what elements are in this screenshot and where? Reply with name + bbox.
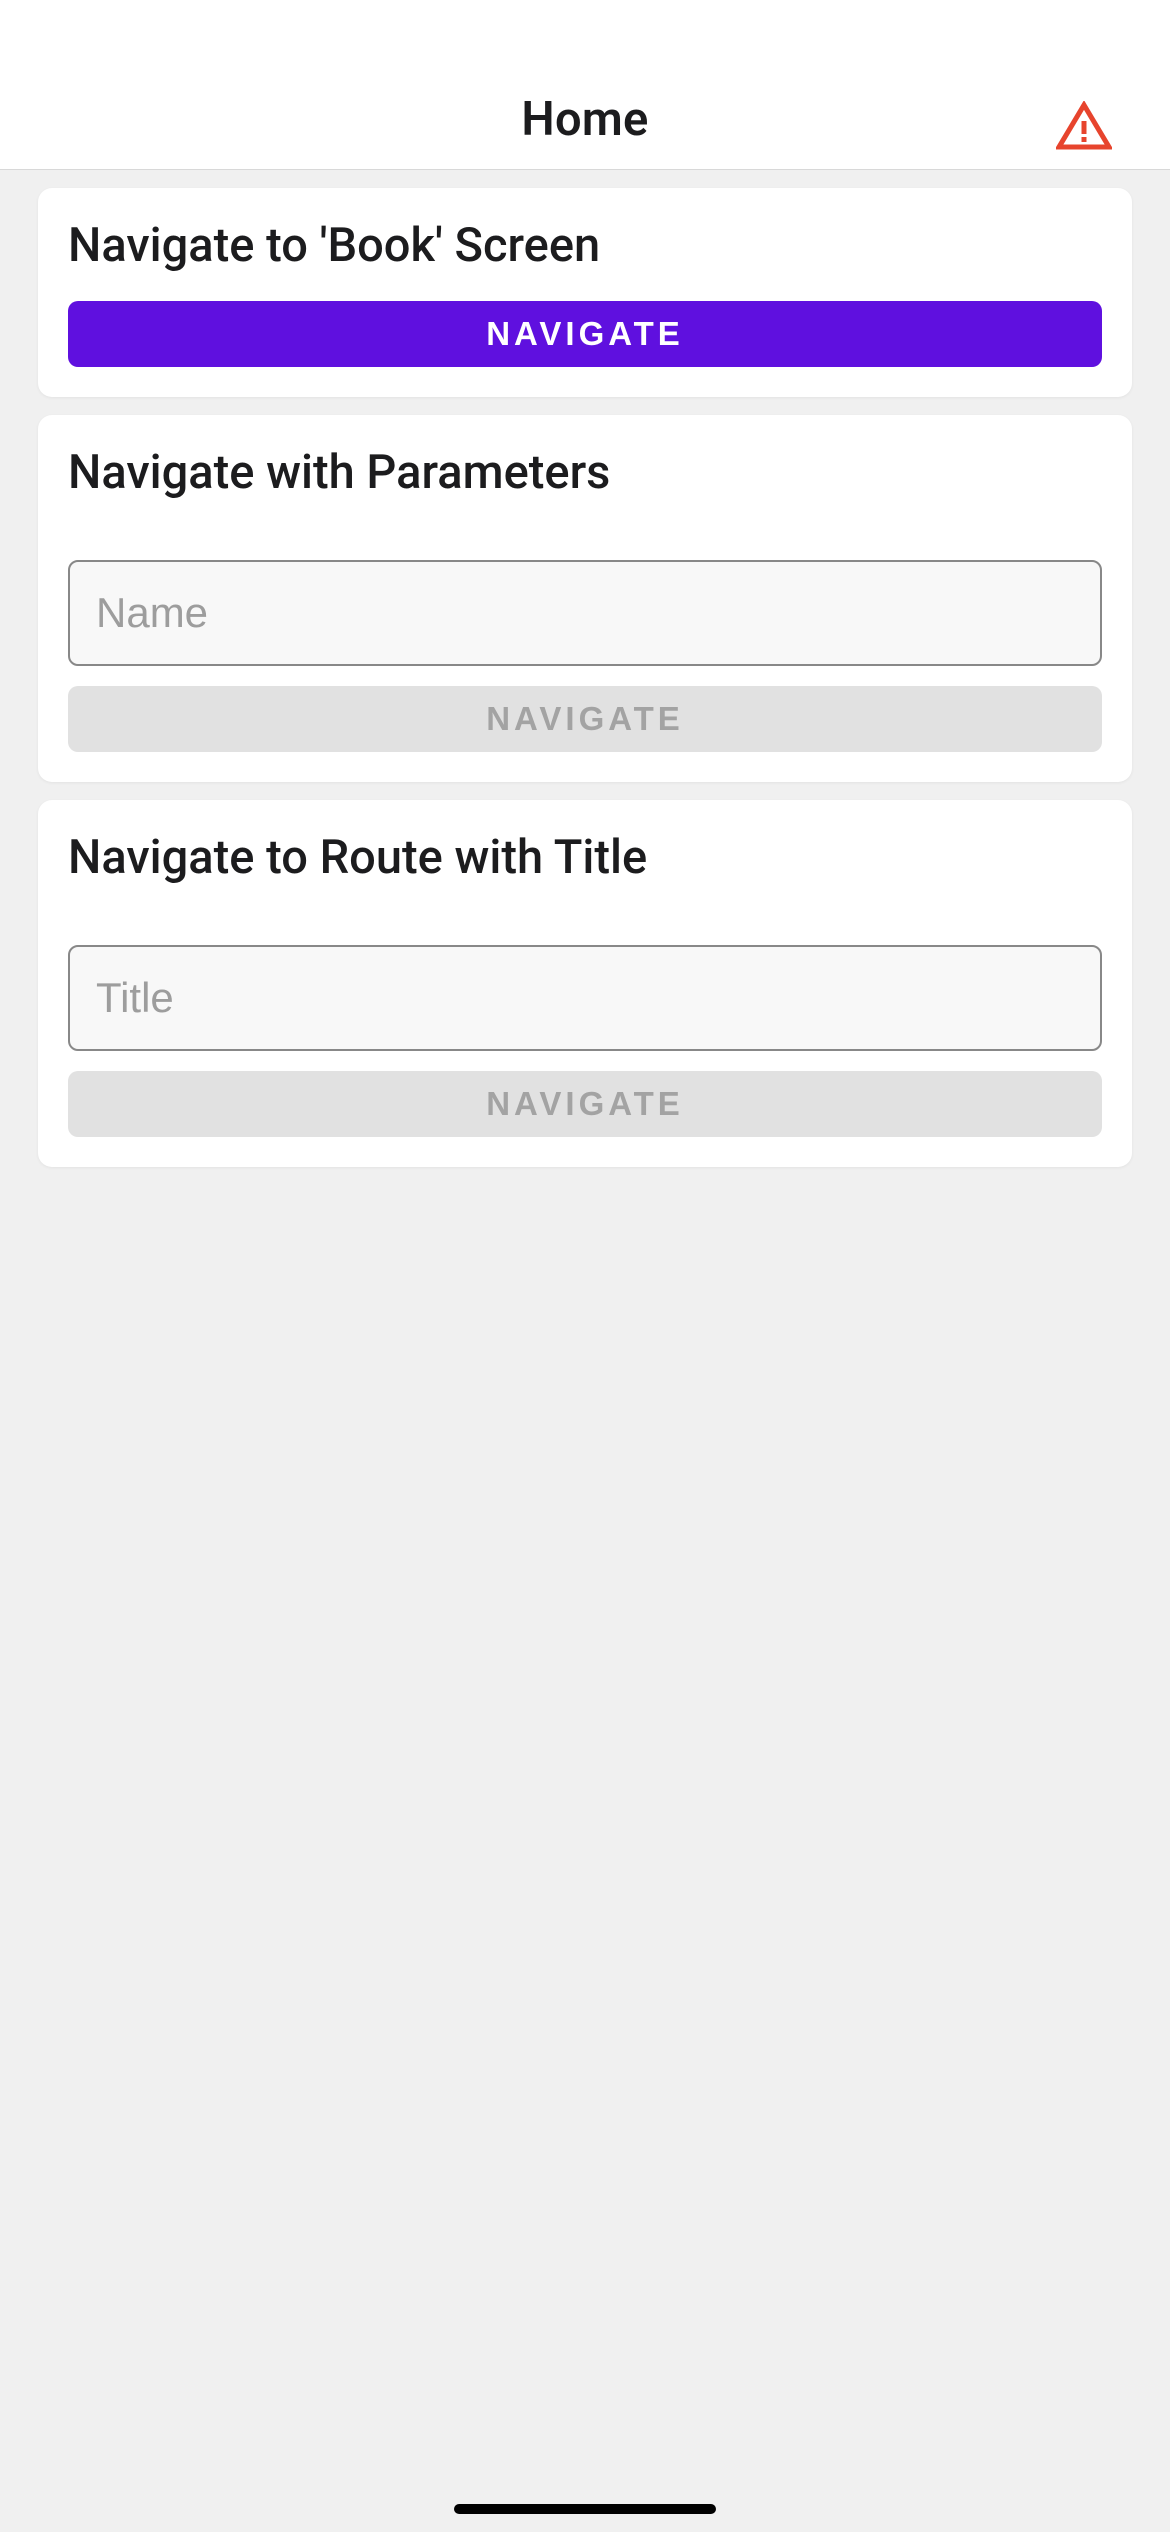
- card-title: Navigate with Parameters: [68, 445, 1102, 500]
- button-label: NAVIGATE: [486, 1085, 684, 1123]
- nav-right-item[interactable]: [1056, 101, 1112, 151]
- card-navigate-book: Navigate to 'Book' Screen NAVIGATE: [38, 188, 1132, 397]
- card-title: Navigate to Route with Title: [68, 830, 1102, 885]
- button-label: NAVIGATE: [486, 315, 684, 353]
- card-title: Navigate to 'Book' Screen: [68, 218, 1102, 273]
- navigate-book-button[interactable]: NAVIGATE: [68, 301, 1102, 367]
- home-indicator[interactable]: [454, 2504, 716, 2514]
- navigate-params-button[interactable]: NAVIGATE: [68, 686, 1102, 752]
- page-title: Home: [521, 92, 648, 147]
- title-input[interactable]: [68, 945, 1102, 1051]
- navigation-bar: Home: [0, 0, 1170, 170]
- name-input[interactable]: [68, 560, 1102, 666]
- content-area: Navigate to 'Book' Screen NAVIGATE Navig…: [0, 170, 1170, 2532]
- warning-triangle-icon: [1056, 101, 1112, 151]
- navigate-route-title-button[interactable]: NAVIGATE: [68, 1071, 1102, 1137]
- screen: Home Navigate to 'Book' Screen NAVIGATE …: [0, 0, 1170, 2532]
- card-navigate-params: Navigate with Parameters NAVIGATE: [38, 415, 1132, 782]
- card-navigate-route-title: Navigate to Route with Title NAVIGATE: [38, 800, 1132, 1167]
- button-label: NAVIGATE: [486, 700, 684, 738]
